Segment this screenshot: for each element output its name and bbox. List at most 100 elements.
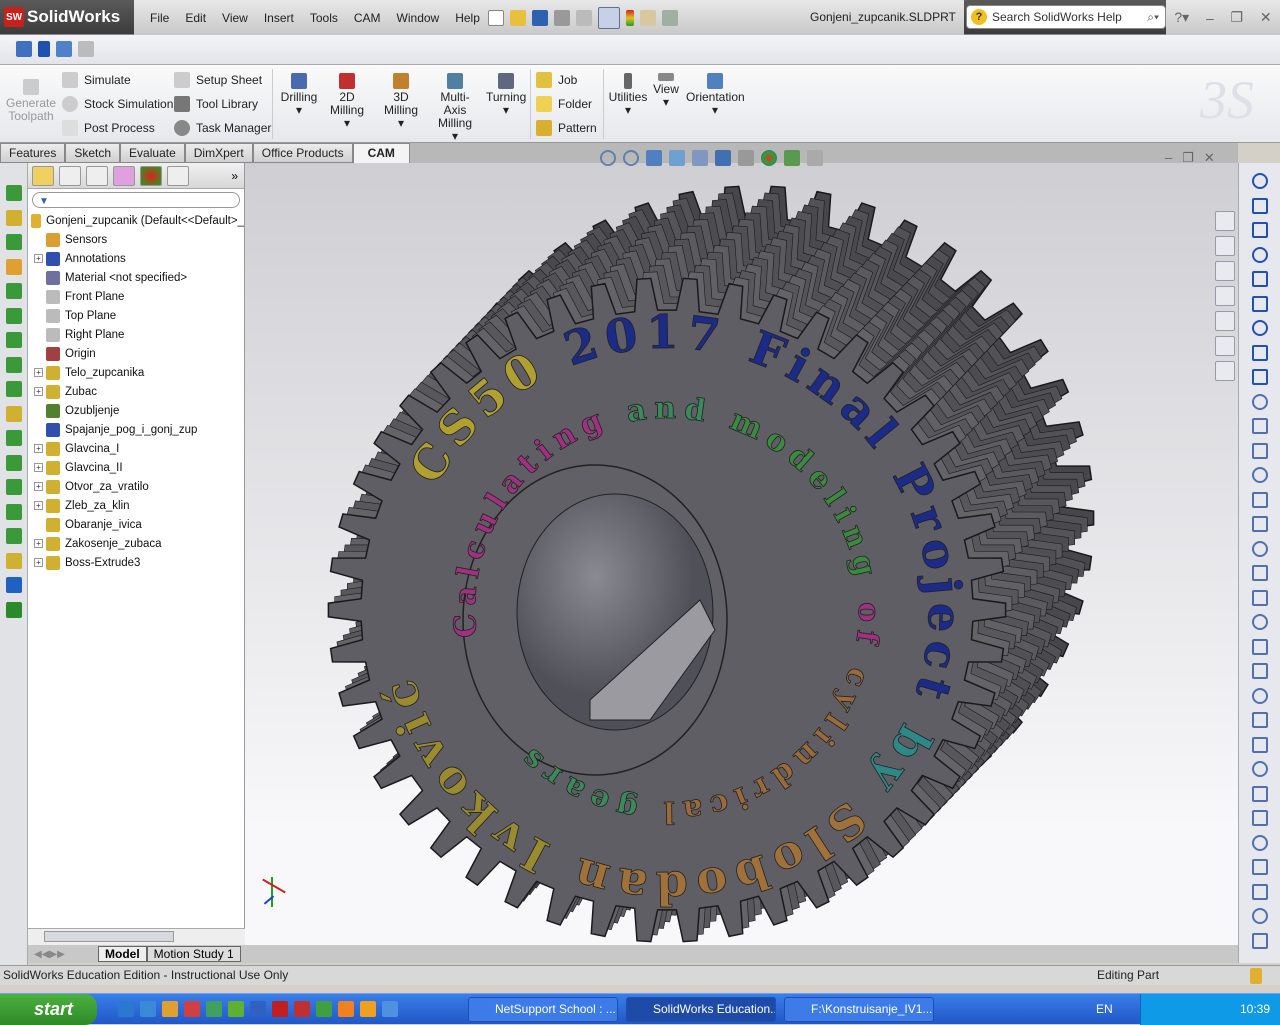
tree-item[interactable]: Top Plane xyxy=(28,306,244,325)
task-pane-tab-icon[interactable] xyxy=(1215,236,1235,256)
cam-tab-icon[interactable] xyxy=(167,165,189,186)
multi-axis-milling-button[interactable]: Multi-Axis Milling ▾ xyxy=(430,73,480,143)
quick-launch-icon[interactable] xyxy=(228,1001,244,1017)
task-explorer[interactable]: F:\Konstruisanje_IV1... xyxy=(784,997,934,1022)
sketch-tool-icon[interactable] xyxy=(1252,467,1268,483)
cam-tool-icon[interactable] xyxy=(6,552,22,569)
tree-item[interactable]: Spajanje_pog_i_gonj_zup xyxy=(28,420,244,439)
display-manager-tab-icon[interactable] xyxy=(140,165,162,186)
expand-icon[interactable]: + xyxy=(34,463,43,472)
quick-launch-icon[interactable] xyxy=(140,1001,156,1017)
expand-chevron-icon[interactable]: » xyxy=(231,169,238,183)
sketch-tool-icon[interactable] xyxy=(1252,908,1268,924)
hide-show-icon[interactable] xyxy=(738,150,754,166)
cam-tool-icon[interactable] xyxy=(6,503,22,520)
cam-tool-icon[interactable] xyxy=(6,258,22,275)
tree-item[interactable]: Right Plane xyxy=(28,325,244,344)
menu-insert[interactable]: Insert xyxy=(256,11,302,25)
quick-launch-icon[interactable] xyxy=(338,1001,354,1017)
quick-launch-icon[interactable] xyxy=(382,1001,398,1017)
sketch-tool-icon[interactable] xyxy=(1252,565,1268,581)
tree-item[interactable]: Origin xyxy=(28,344,244,363)
minimize-icon[interactable]: – xyxy=(1206,10,1214,26)
sketch-tool-icon[interactable] xyxy=(1252,418,1268,434)
sketch-tool-icon[interactable] xyxy=(1252,834,1268,851)
tree-item[interactable]: + Glavcina_II xyxy=(28,458,244,477)
menu-edit[interactable]: Edit xyxy=(177,11,214,25)
save-icon[interactable] xyxy=(532,9,548,26)
scene-icon[interactable] xyxy=(784,150,800,166)
expand-icon[interactable]: + xyxy=(34,482,43,491)
task-pane-tab-icon[interactable] xyxy=(1215,211,1235,231)
select-icon[interactable] xyxy=(598,6,620,29)
sketch-tool-icon[interactable] xyxy=(1252,516,1268,532)
sketch-tool-icon[interactable] xyxy=(1252,295,1268,312)
sketch-tool-icon[interactable] xyxy=(1252,271,1268,287)
tree-item[interactable]: + Telo_zupcanika xyxy=(28,363,244,382)
configuration-manager-tab-icon[interactable] xyxy=(86,165,108,186)
tree-item[interactable]: + Zleb_za_klin xyxy=(28,496,244,515)
restore-icon[interactable]: ❐ xyxy=(1231,9,1244,26)
cam-tool-icon[interactable] xyxy=(6,479,22,495)
quick-launch-icon[interactable] xyxy=(294,1001,310,1017)
sketch-tool-icon[interactable] xyxy=(1252,442,1268,459)
viewport-restore-icon[interactable]: ❐ xyxy=(1182,150,1194,166)
tree-item[interactable]: + Otvor_za_vratilo xyxy=(28,477,244,496)
zoom-to-fit-icon[interactable] xyxy=(600,150,616,166)
sketch-tool-icon[interactable] xyxy=(1252,932,1268,949)
sketch-tool-icon[interactable] xyxy=(1252,736,1268,753)
sketch-tool-icon[interactable] xyxy=(1252,663,1268,679)
setup-sheet-button[interactable]: Setup Sheet xyxy=(174,72,262,88)
sketch-tool-icon[interactable] xyxy=(1252,173,1268,189)
gear-model[interactable]: CS50 2017 Final Project by Slobodan Ivko… xyxy=(245,163,1238,1013)
expand-icon[interactable]: + xyxy=(34,368,43,377)
sketch-tool-icon[interactable] xyxy=(1252,761,1268,777)
tree-item[interactable]: + Glavcina_I xyxy=(28,439,244,458)
graphics-area[interactable]: CS50 2017 Final Project by Slobodan Ivko… xyxy=(245,163,1238,1013)
utilities-button[interactable]: Utilities ▾ xyxy=(608,73,648,117)
stock-simulation-button[interactable]: Stock Simulation xyxy=(62,96,173,112)
menu-window[interactable]: Window xyxy=(389,11,448,25)
expand-icon[interactable]: + xyxy=(34,501,43,510)
tree-item[interactable]: + Boss-Extrude3 xyxy=(28,553,244,572)
tab-evaluate[interactable]: Evaluate xyxy=(120,143,185,163)
tree-item[interactable]: + Zubac xyxy=(28,382,244,401)
view-orientation-icon[interactable] xyxy=(692,150,708,166)
search-help-input[interactable]: ? Search SolidWorks Help ⌕▾ xyxy=(966,5,1166,29)
quick-launch-icon[interactable] xyxy=(184,1001,200,1017)
quick-launch-icon[interactable] xyxy=(118,1001,134,1017)
menu-cam[interactable]: CAM xyxy=(346,11,389,25)
sketch-tool-icon[interactable] xyxy=(1252,369,1268,385)
tool-library-button[interactable]: Tool Library xyxy=(174,96,258,112)
cam-tool-icon[interactable] xyxy=(6,405,22,422)
sketch-tool-icon[interactable] xyxy=(1252,393,1268,410)
tree-item[interactable]: Sensors xyxy=(28,230,244,249)
viewport-minimize-icon[interactable]: – xyxy=(1165,150,1172,166)
language-indicator[interactable]: EN xyxy=(1096,1002,1113,1016)
sketch-tool-icon[interactable] xyxy=(1252,246,1268,263)
tab-model[interactable]: Model xyxy=(98,946,147,962)
quick-launch-icon[interactable] xyxy=(360,1001,376,1017)
sketch-tool-icon[interactable] xyxy=(1252,491,1268,508)
tab-office-products[interactable]: Office Products xyxy=(252,143,353,163)
section-properties-icon[interactable] xyxy=(56,41,72,57)
tree-item[interactable]: Ozubljenje xyxy=(28,401,244,420)
cam-tool-icon[interactable] xyxy=(6,356,22,373)
cam-tool-icon[interactable] xyxy=(6,454,22,471)
appearance-icon[interactable] xyxy=(761,150,777,166)
cam-tool-icon[interactable] xyxy=(6,601,22,618)
options-icon[interactable] xyxy=(662,9,678,26)
mass-properties-icon[interactable] xyxy=(38,41,50,57)
print-icon[interactable] xyxy=(554,9,570,26)
tree-root[interactable]: Gonjeni_zupcanik (Default<<Default>_ xyxy=(28,211,244,230)
tab-scroll-arrows[interactable]: ◀◀▶▶ xyxy=(28,949,98,960)
drilling-button[interactable]: Drilling ▾ xyxy=(280,73,318,117)
cam-tool-icon[interactable] xyxy=(6,577,22,593)
tree-item[interactable]: + Annotations xyxy=(28,249,244,268)
task-pane-tab-icon[interactable] xyxy=(1215,361,1235,381)
zoom-area-icon[interactable] xyxy=(623,150,639,166)
tree-horizontal-scrollbar[interactable] xyxy=(28,928,245,945)
expand-icon[interactable]: + xyxy=(34,539,43,548)
tab-dimxpert[interactable]: DimXpert xyxy=(184,143,253,163)
undo-icon[interactable] xyxy=(576,9,592,26)
